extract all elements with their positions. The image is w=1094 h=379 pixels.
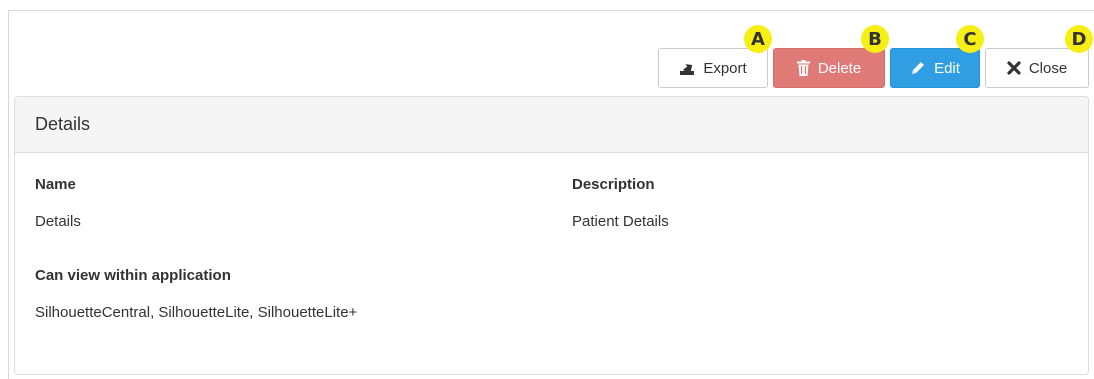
details-panel: Details Name Details Description Patient…: [14, 96, 1089, 375]
export-icon: [679, 61, 695, 76]
pencil-icon: [910, 60, 926, 76]
can-view-label: Can view within application: [35, 267, 231, 284]
name-value: Details: [35, 213, 81, 230]
close-icon: [1007, 61, 1021, 75]
trash-icon: [796, 60, 810, 76]
edit-button[interactable]: Edit C: [890, 25, 984, 88]
callout-badge-a: A: [744, 25, 772, 53]
close-button[interactable]: Close D: [985, 25, 1093, 88]
delete-label: Delete: [817, 59, 862, 77]
export-label: Export: [703, 59, 747, 77]
description-value: Patient Details: [572, 213, 669, 230]
name-label: Name: [35, 176, 76, 193]
can-view-value: SilhouetteCentral, SilhouetteLite, Silho…: [35, 304, 358, 321]
callout-badge-c: C: [956, 25, 984, 53]
close-label: Close: [1028, 59, 1068, 77]
export-button[interactable]: Export A: [658, 25, 772, 88]
delete-button[interactable]: Delete B: [773, 25, 889, 88]
description-label: Description: [572, 176, 655, 193]
callout-badge-b: B: [861, 25, 889, 53]
action-toolbar: Export A Delete B Edit C Close D: [658, 25, 1093, 88]
edit-label: Edit: [934, 59, 960, 77]
panel-title: Details: [15, 97, 1088, 153]
callout-badge-d: D: [1065, 25, 1093, 53]
